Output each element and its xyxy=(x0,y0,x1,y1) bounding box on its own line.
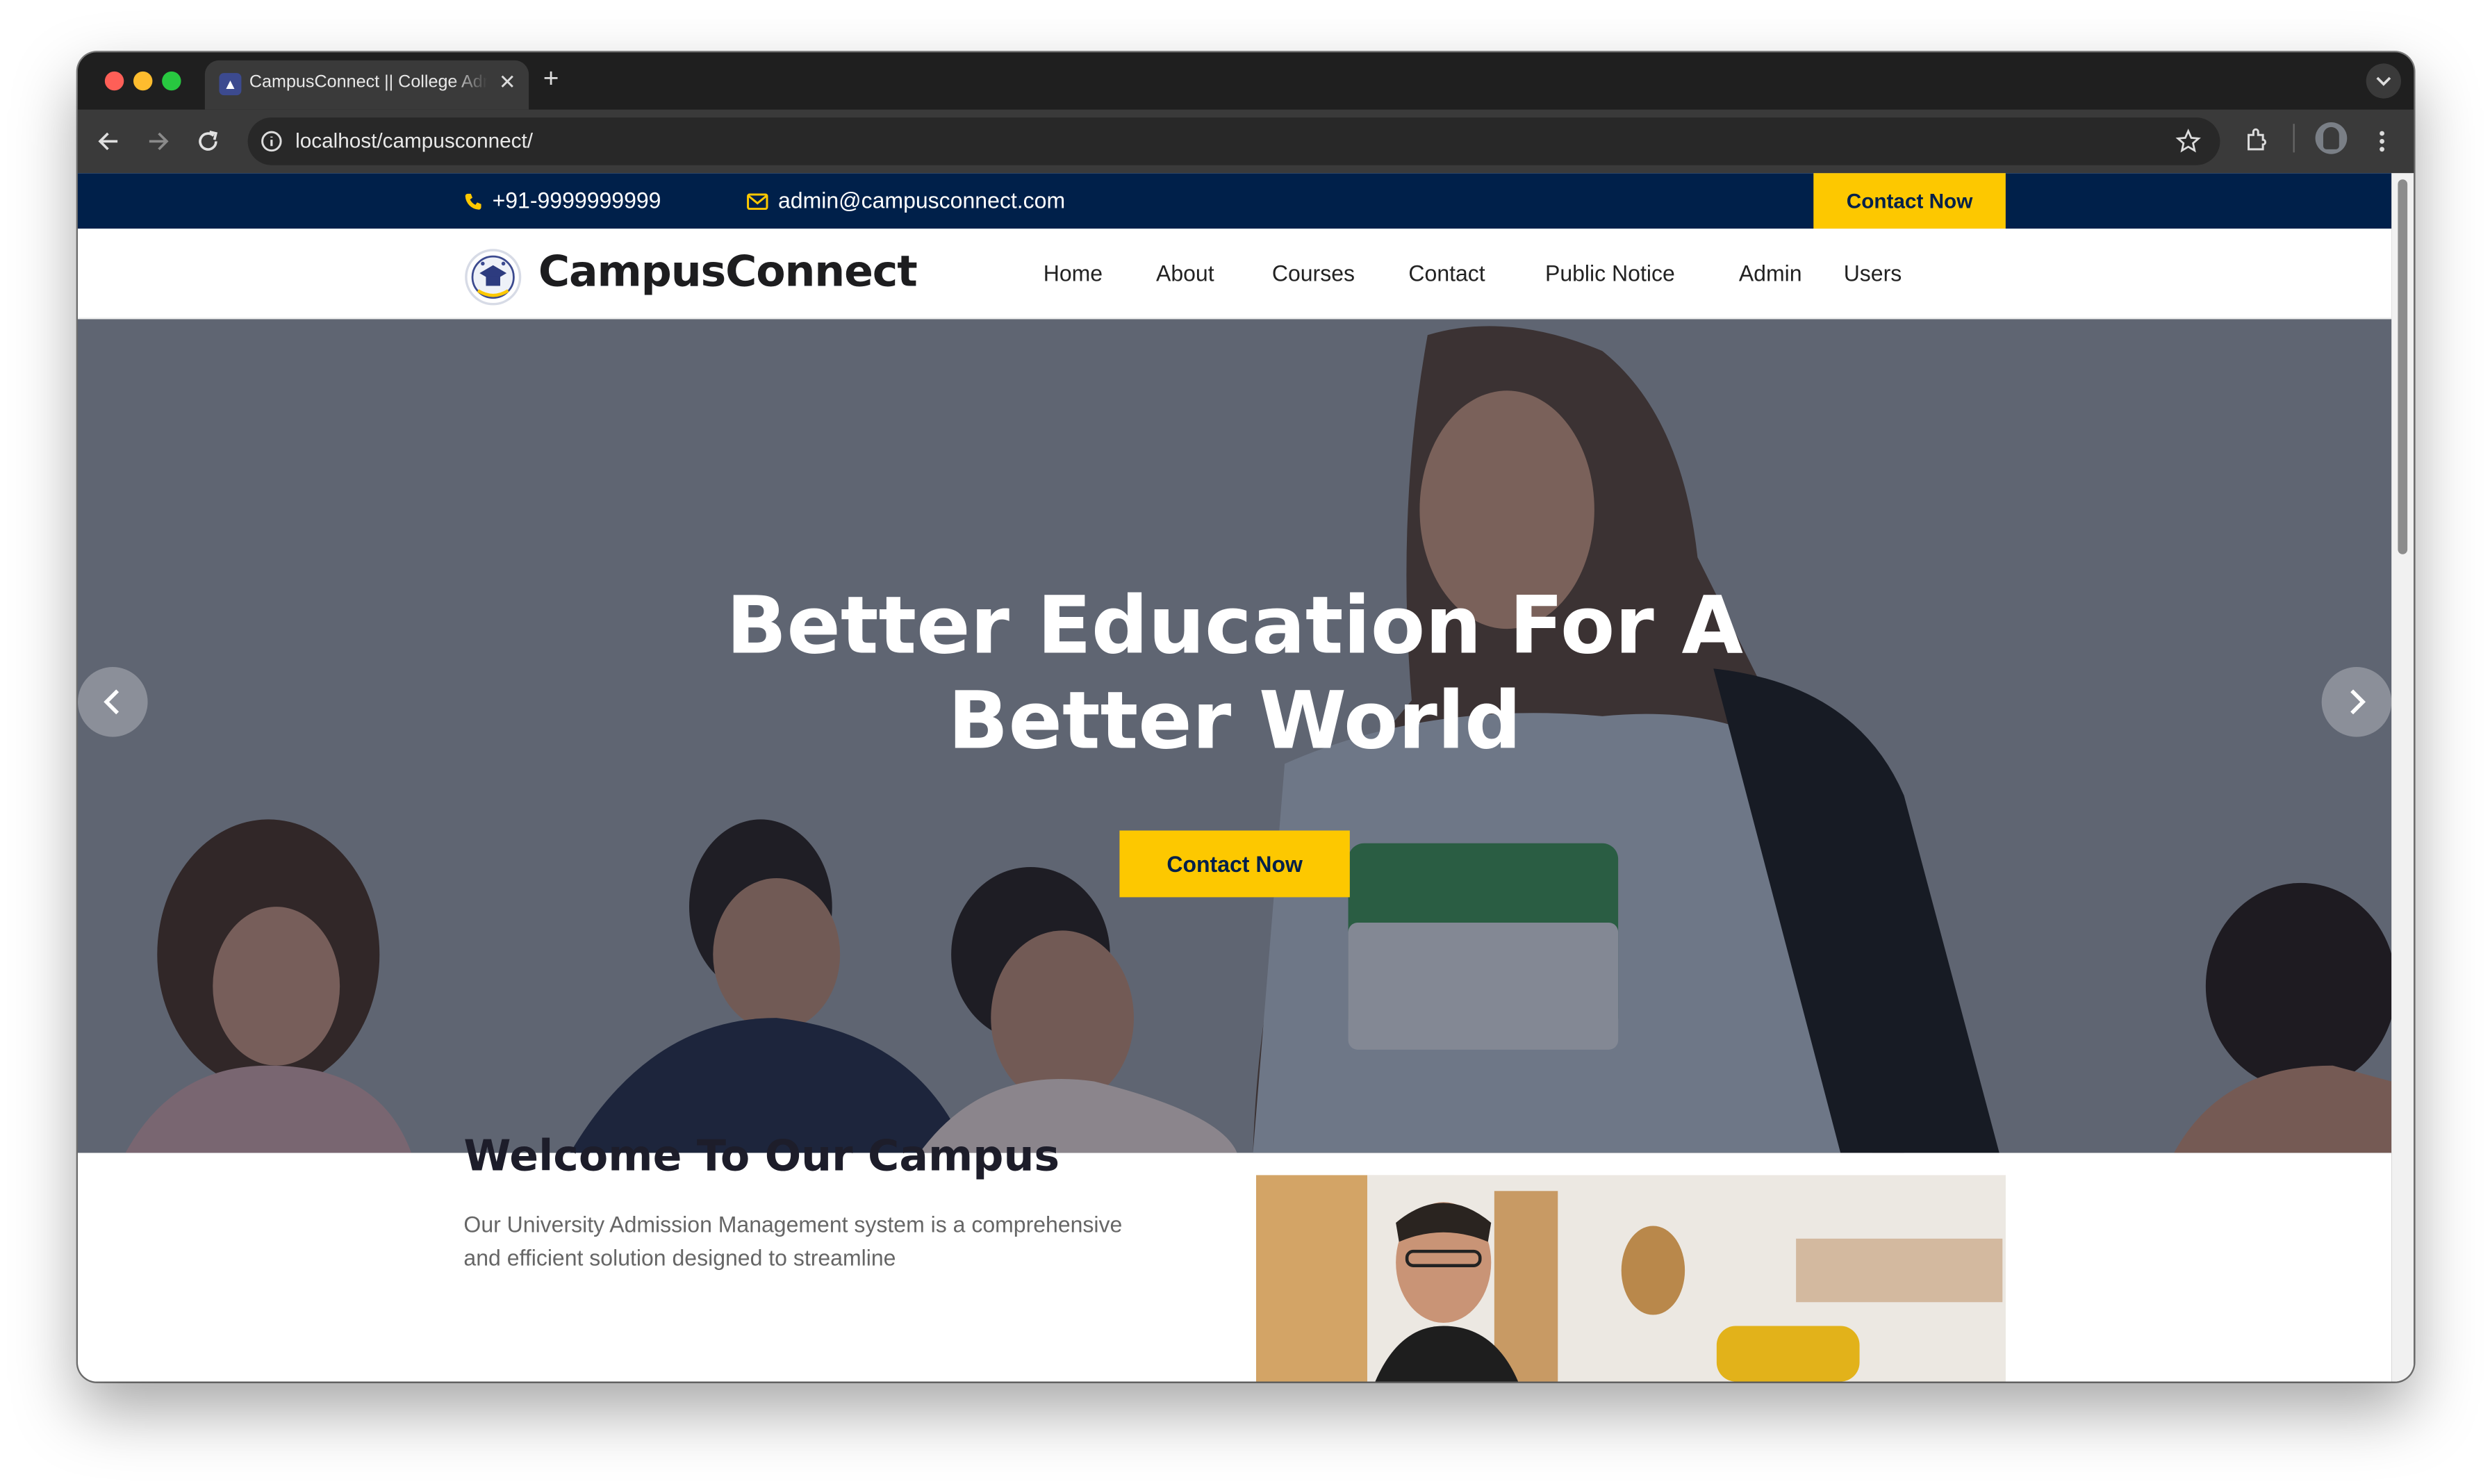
hero-contact-now-button[interactable]: Contact Now xyxy=(1119,830,1350,898)
chevron-down-icon xyxy=(2376,76,2391,86)
minimize-window-button[interactable] xyxy=(133,71,153,91)
extensions-icon[interactable] xyxy=(2244,127,2270,153)
hero-heading-line2: Better World xyxy=(948,675,1522,767)
email-link[interactable]: admin@campusconnect.com xyxy=(746,188,1065,213)
welcome-image xyxy=(1255,1175,2006,1382)
nav-about[interactable]: About xyxy=(1156,261,1214,286)
phone-link[interactable]: +91-9999999999 xyxy=(463,188,661,213)
browser-window: ▲ CampusConnect || College Admission ✕ +… xyxy=(77,52,2414,1382)
nav-contact[interactable]: Contact xyxy=(1408,261,1485,286)
nav-admin[interactable]: Admin xyxy=(1739,261,1802,286)
hero-carousel: Better Education For A Better World Cont… xyxy=(77,319,2392,1153)
screen: ▲ CampusConnect || College Admission ✕ +… xyxy=(0,0,2490,1483)
main-navbar: CampusConnect Home About Courses Contact… xyxy=(77,229,2392,320)
nav-courses[interactable]: Courses xyxy=(1272,261,1355,286)
scrollbar-thumb[interactable] xyxy=(2398,179,2408,554)
more-menu-icon[interactable] xyxy=(2371,127,2393,156)
reload-icon[interactable] xyxy=(194,127,222,156)
page-viewport: +91-9999999999 admin@campusconnect.com C… xyxy=(77,173,2392,1382)
nav-users[interactable]: Users xyxy=(1844,261,1902,286)
welcome-paragraph: Our University Admission Management syst… xyxy=(463,1211,1123,1271)
bookmark-star-icon[interactable] xyxy=(2175,129,2201,154)
url-text: localhost/campusconnect/ xyxy=(295,129,534,153)
tab-title: CampusConnect || College Admission xyxy=(249,73,488,92)
close-tab-icon[interactable]: ✕ xyxy=(499,70,516,96)
close-window-button[interactable] xyxy=(104,71,124,91)
hero-heading-line1: Better Education For A xyxy=(726,579,1743,672)
chevron-right-icon xyxy=(2350,689,2366,715)
browser-tab[interactable]: ▲ CampusConnect || College Admission ✕ xyxy=(204,60,529,110)
welcome-photo xyxy=(1255,1175,2006,1382)
top-contact-bar: +91-9999999999 admin@campusconnect.com C… xyxy=(77,173,2392,229)
hero-heading: Better Education For A Better World xyxy=(78,578,2391,768)
tab-strip: ▲ CampusConnect || College Admission ✕ + xyxy=(77,52,2414,110)
college-logo-icon[interactable] xyxy=(463,248,522,307)
maximize-window-button[interactable] xyxy=(162,71,181,91)
toolbar-divider xyxy=(2293,124,2295,153)
carousel-next-button[interactable] xyxy=(2321,666,2392,737)
back-icon[interactable] xyxy=(95,127,124,156)
profile-avatar[interactable] xyxy=(2315,122,2348,154)
new-tab-icon[interactable]: + xyxy=(543,65,559,94)
brand-name[interactable]: CampusConnect xyxy=(538,248,918,297)
tab-search-button[interactable] xyxy=(2366,63,2401,99)
nav-public-notice[interactable]: Public Notice xyxy=(1545,261,1675,286)
phone-text: +91-9999999999 xyxy=(492,187,661,213)
topbar-contact-now-button[interactable]: Contact Now xyxy=(1813,173,2006,229)
phone-icon xyxy=(465,193,481,210)
address-bar[interactable]: localhost/campusconnect/ xyxy=(247,117,2220,165)
envelope-icon xyxy=(747,193,768,211)
page-scrollbar[interactable] xyxy=(2391,173,2414,1382)
email-text: admin@campusconnect.com xyxy=(777,187,1066,213)
browser-toolbar: localhost/campusconnect/ xyxy=(77,109,2414,174)
welcome-heading: Welcome To Our Campus xyxy=(463,1132,1060,1182)
chevron-left-icon xyxy=(104,689,119,715)
nav-home[interactable]: Home xyxy=(1044,261,1103,286)
carousel-prev-button[interactable] xyxy=(77,666,148,737)
site-info-icon[interactable] xyxy=(261,130,283,152)
forward-icon[interactable] xyxy=(143,127,172,156)
favicon-icon: ▲ xyxy=(219,73,242,96)
